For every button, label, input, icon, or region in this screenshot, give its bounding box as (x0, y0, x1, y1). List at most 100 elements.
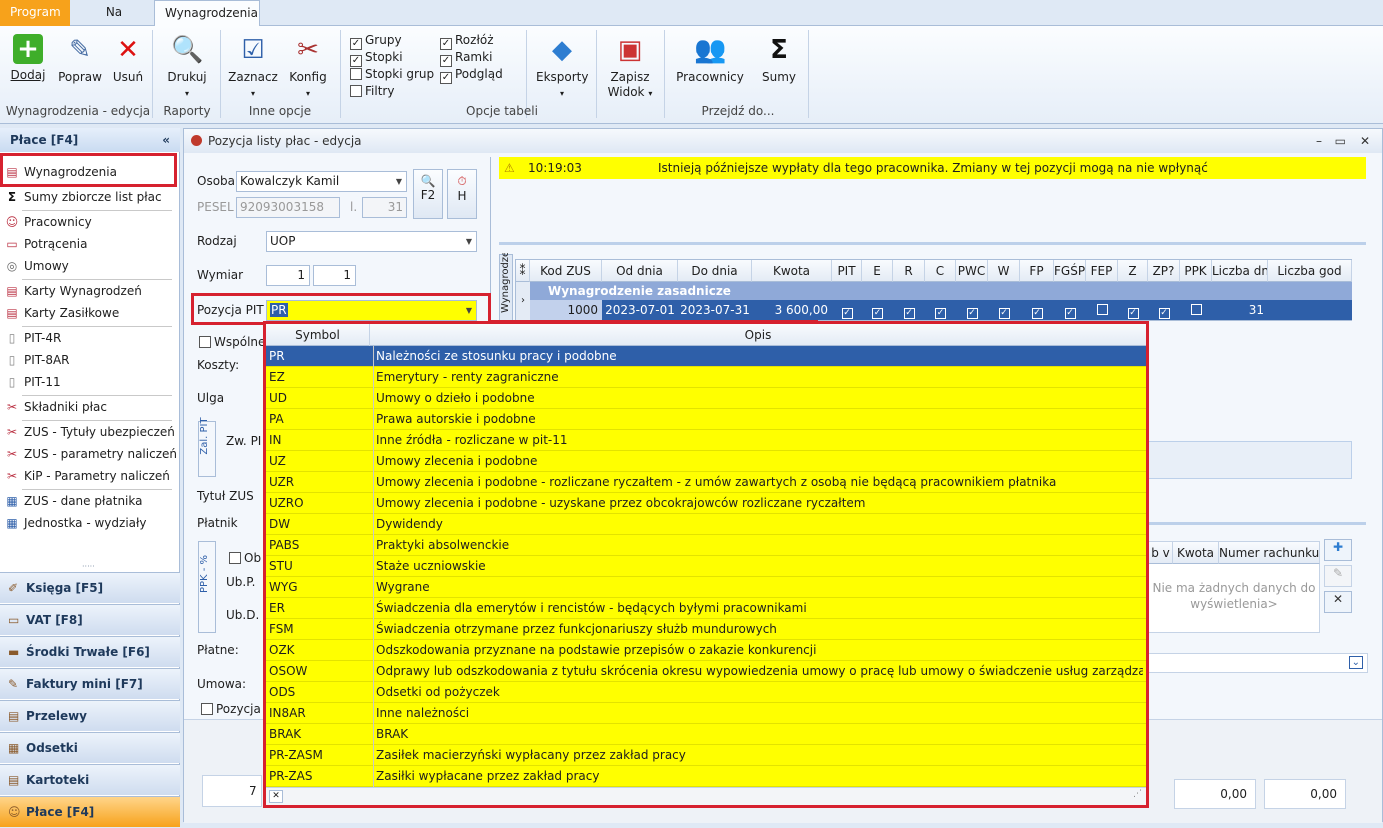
tab-na-skroty[interactable]: Na skróty (76, 0, 152, 43)
pozycja-checkbox[interactable]: Pozycja (201, 699, 261, 719)
expand-down-icon[interactable]: ⌄ (1348, 656, 1363, 669)
column-header[interactable]: R (893, 260, 925, 282)
nav-kartoteki[interactable]: ▤ Kartoteki (0, 764, 180, 795)
dropdown-option[interactable]: UZRO Umowy zlecenia i podobne - uzyskane … (266, 493, 1146, 514)
column-header-opis[interactable]: Opis (370, 324, 1146, 346)
export-button[interactable]: ◆ Eksporty ▾ (536, 34, 588, 101)
wspolne-checkbox[interactable]: Wspólne (199, 332, 265, 352)
dropdown-option[interactable]: FSM Świadczenia otrzymane przez funkcjona… (266, 619, 1146, 640)
sums-button[interactable]: Σ Sumy (756, 34, 802, 85)
resize-grip-icon[interactable]: ⋰ (1133, 789, 1142, 799)
nav-faktury-mini[interactable]: ✎ Faktury mini [F7] (0, 668, 180, 699)
sidebar-item-sumy[interactable]: Σ Sumy zbiorcze list płac (4, 187, 176, 208)
cell-w[interactable]: ✓ (988, 300, 1020, 320)
history-h-button[interactable]: ⏱ H (447, 169, 477, 219)
nav-odsetki[interactable]: ▦ Odsetki (0, 732, 180, 763)
column-header[interactable]: C (925, 260, 956, 282)
dropdown-option[interactable]: IN8AR Inne należności (266, 703, 1146, 724)
print-button[interactable]: 🔍 Drukuj ▾ (164, 34, 210, 101)
save-view-button[interactable]: ▣ Zapisz Widok ▾ (604, 34, 656, 101)
opt-stopki-grup[interactable]: Stopki grup (350, 66, 434, 83)
column-header[interactable]: Do dnia (678, 260, 752, 282)
sidebar-item-zus-tytuly[interactable]: ✂ ZUS - Tytuły ubezpieczeń (4, 422, 176, 443)
close-icon[interactable]: ✕ (269, 790, 283, 803)
dropdown-option[interactable]: UD Umowy o dzieło i podobne (266, 388, 1146, 409)
opt-podglad[interactable]: ✓ Podgląd (440, 66, 503, 84)
column-header[interactable]: FGŚP (1054, 260, 1086, 282)
dropdown-option[interactable]: IN Inne źródła - rozliczane w pit-11 (266, 430, 1146, 451)
sidebar-item-pracownicy[interactable]: ☺ Pracownicy (4, 212, 176, 233)
column-header[interactable]: W (988, 260, 1020, 282)
opt-filtry[interactable]: Filtry (350, 83, 394, 100)
sidebar-item-pit-11[interactable]: ▯ PIT-11 (4, 372, 176, 393)
sidebar-item-potracenia[interactable]: ▭ Potrącenia (4, 234, 176, 255)
column-header[interactable]: Kwota (1173, 542, 1219, 564)
nav-place[interactable]: ☺ Płace [F4] (0, 796, 180, 827)
employees-button[interactable]: 👥 Pracownicy (674, 34, 746, 85)
column-header[interactable]: Od dnia (602, 260, 678, 282)
sidebar-item-karty-zasilkowe[interactable]: ▤ Karty Zasiłkowe (4, 303, 176, 324)
wymiar-denominator[interactable]: 1 (313, 265, 356, 286)
osoba-combo[interactable]: Kowalczyk Kamil ▼ (236, 171, 407, 192)
dropdown-option[interactable]: STU Staże uczniowskie (266, 556, 1146, 577)
search-f2-button[interactable]: 🔍 F2 (413, 169, 443, 219)
column-header[interactable]: E (862, 260, 893, 282)
cell-zp[interactable]: ✓ (1148, 300, 1180, 320)
cell-c[interactable]: ✓ (925, 300, 956, 320)
sidebar-item-karty-wynagrodzen[interactable]: ▤ Karty Wynagrodzeń (4, 281, 176, 302)
opt-stopki[interactable]: ✓ Stopki (350, 49, 403, 67)
sidebar-item-zus-parametry[interactable]: ✂ ZUS - parametry naliczeń (4, 444, 177, 465)
dropdown-option[interactable]: PR-ZAS Zasiłki wypłacane przez zakład pra… (266, 766, 1146, 787)
select-button[interactable]: ☑ Zaznacz ▾ (228, 34, 278, 101)
horizontal-splitter[interactable] (499, 242, 1366, 245)
dropdown-option[interactable]: ODS Odsetki od pożyczek (266, 682, 1146, 703)
dropdown-option[interactable]: ER Świadczenia dla emerytów i rencistów -… (266, 598, 1146, 619)
add-button[interactable]: + Dodaj (8, 34, 48, 83)
table-row[interactable]: 1000 2023-07-01 2023-07-31 3 600,00 ✓ ✓ … (530, 300, 1352, 320)
ob-checkbox[interactable]: Ob (229, 548, 261, 568)
column-header-symbol[interactable]: Symbol (266, 324, 370, 346)
dropdown-option[interactable]: EZ Emerytury - renty zagraniczne (266, 367, 1146, 388)
add-account-button[interactable]: ✚ (1324, 539, 1352, 561)
tab-wynagrodzenia[interactable]: Wynagrodzenia (154, 0, 260, 27)
dropdown-option[interactable]: OZK Odszkodowania przyznane na podstawie … (266, 640, 1146, 661)
column-header[interactable]: Liczba god (1268, 260, 1352, 282)
column-header[interactable]: Kwota (752, 260, 832, 282)
cell-r[interactable]: ✓ (893, 300, 925, 320)
column-header[interactable]: PPK (1180, 260, 1212, 282)
cell-fgsp[interactable]: ✓ (1054, 300, 1086, 320)
nav-srodki-trwale[interactable]: ▬ Środki Trwałe [F6] (0, 636, 180, 667)
dropdown-option[interactable]: UZ Umowy zlecenia i podobne (266, 451, 1146, 472)
column-header[interactable]: PWC (956, 260, 988, 282)
column-header[interactable]: FEP (1086, 260, 1118, 282)
cell-z[interactable]: ✓ (1118, 300, 1148, 320)
sidebar-item-pit-4r[interactable]: ▯ PIT-4R (4, 328, 176, 349)
dropdown-option[interactable]: DW Dywidendy (266, 514, 1146, 535)
opt-grupy[interactable]: ✓ Grupy (350, 32, 402, 50)
config-button[interactable]: ✂ Konfig ▾ (286, 34, 330, 101)
column-header[interactable]: Liczba dni (1212, 260, 1268, 282)
minimize-icon[interactable]: – (1316, 129, 1322, 153)
nav-vat[interactable]: ▭ VAT [F8] (0, 604, 180, 635)
dropdown-option[interactable]: PR-ZASM Zasiłek macierzyński wypłacany pr… (266, 745, 1146, 766)
edit-account-button[interactable]: ✎ (1324, 565, 1352, 587)
cell-pwc[interactable]: ✓ (956, 300, 988, 320)
sidebar-item-skladniki[interactable]: ✂ Składniki płac (4, 397, 176, 418)
column-header[interactable]: Numer rachunku (1219, 542, 1320, 564)
group-row[interactable]: Wynagrodzenie zasadnicze (530, 282, 1352, 300)
opt-ramki[interactable]: ✓ Ramki (440, 49, 492, 67)
column-header[interactable]: Kod ZUS (530, 260, 602, 282)
dropdown-option[interactable]: PA Prawa autorskie i podobne (266, 409, 1146, 430)
rodzaj-combo[interactable]: UOP ▼ (266, 231, 477, 252)
splitter-grip[interactable]: ····· (82, 562, 95, 571)
delete-account-button[interactable]: ✕ (1324, 591, 1352, 613)
dropdown-option[interactable]: BRAK BRAK (266, 724, 1146, 745)
cell-e[interactable]: ✓ (862, 300, 893, 320)
close-icon[interactable]: ✕ (1360, 129, 1370, 153)
dropdown-option[interactable]: WYG Wygrane (266, 577, 1146, 598)
cell-pit[interactable]: ✓ (832, 300, 862, 320)
wymiar-numerator[interactable]: 1 (266, 265, 310, 286)
cell-fep[interactable] (1086, 300, 1118, 320)
sidebar-item-kip-parametry[interactable]: ✂ KiP - Parametry naliczeń (4, 466, 176, 487)
cell-fp[interactable]: ✓ (1020, 300, 1054, 320)
